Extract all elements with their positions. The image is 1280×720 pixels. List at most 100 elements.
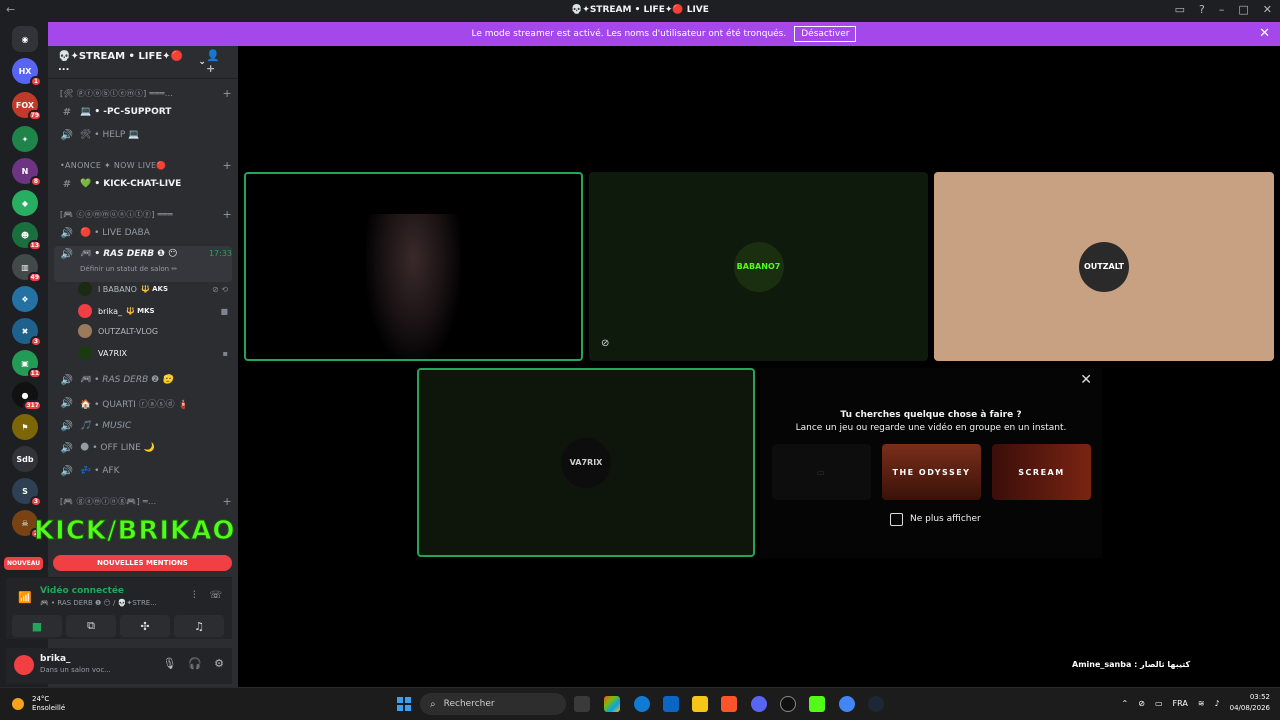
dont-show-checkbox[interactable] [890, 513, 903, 526]
category-anonce[interactable]: •ANONCE ✦ NOW LIVE🔴 + [54, 155, 232, 175]
channel-ras-derb-active[interactable]: 🔊 🎮 • RAS DERB ❶ 😶 17:33 Définir un stat… [54, 246, 232, 282]
add-channel-icon[interactable]: + [222, 495, 232, 508]
gear-icon[interactable]: ⚙ [214, 657, 224, 670]
language-indicator[interactable]: FRA [1173, 699, 1188, 708]
video-tile-webcam[interactable] [244, 172, 583, 361]
channel-afk[interactable]: 🔊 💤 • AFK [54, 461, 232, 481]
chrome-icon[interactable] [839, 696, 855, 712]
activity-icon: ▭ [816, 467, 827, 477]
server-icon[interactable]: N8 [12, 158, 42, 187]
video-tile-babano[interactable]: BABANO7 ⊘ [589, 172, 928, 361]
add-channel-icon[interactable]: + [222, 208, 232, 221]
activity-card-odyssey[interactable]: THE ODYSSEY [882, 444, 981, 500]
headphones-icon[interactable]: 🎧 [188, 657, 202, 670]
discord-icon[interactable] [751, 696, 767, 712]
server-icon[interactable]: ◆ [12, 190, 38, 216]
new-mentions-button[interactable]: NOUVELLES MENTIONS [53, 555, 232, 571]
store-icon[interactable] [663, 696, 679, 712]
brave-icon[interactable] [721, 696, 737, 712]
server-icon[interactable]: S3 [12, 478, 42, 507]
server-icon[interactable]: ● 317 [12, 382, 42, 411]
channel-live-daba[interactable]: 🔊 🔴 • LIVE DABA [54, 223, 232, 243]
voice-user[interactable]: brika_ 🔱 MKS ■ [78, 301, 228, 321]
channel-quarti[interactable]: 🔊 🏠 • QUARTI ⓡⓐⓢⓓ 🧯 [54, 393, 232, 413]
server-icon-sdb[interactable]: Sdb [12, 446, 38, 472]
disconnect-icon[interactable]: ☏ [209, 590, 222, 601]
channel-ras-derb-2[interactable]: 🔊 🎮 • RAS DERB ❷ 🫡 [54, 370, 232, 390]
server-icon[interactable]: ▥ 49 [12, 254, 42, 283]
kick-icon[interactable] [809, 696, 825, 712]
windows-start-icon[interactable] [397, 697, 411, 711]
steam-icon[interactable] [868, 696, 884, 712]
camera-button[interactable]: ■ [12, 615, 62, 637]
network-off-icon[interactable]: ⊘ [1138, 699, 1145, 708]
activities-button[interactable]: ✣ [120, 615, 170, 637]
inbox-icon[interactable]: ▭ [1175, 3, 1185, 16]
channel-pc-support[interactable]: # 💻 • -PC-SUPPORT [54, 102, 232, 122]
video-tile-va7rix[interactable]: VA7RIX [417, 368, 755, 557]
volume-icon[interactable]: ♪ [1215, 699, 1220, 708]
copilot-icon[interactable] [604, 696, 620, 712]
network-icon[interactable]: ▭ [1155, 699, 1163, 708]
kick-overlay-text: KICK/BRIKAO [33, 516, 236, 547]
maximize-icon[interactable]: □ [1238, 3, 1248, 16]
clock[interactable]: 03:52 04/08/2026 [1230, 692, 1270, 714]
banner-close-icon[interactable]: ✕ [1259, 26, 1270, 41]
activity-card-scream[interactable]: SCREAM [992, 444, 1091, 500]
category-problems[interactable]: [🛠 ⓟⓡⓞⓑⓛⓔⓜⓢ] ═══... + [54, 83, 232, 103]
category-gaming[interactable]: [🎮 ⓖⓐⓜⓘⓝⓖ🎮] ═... + [54, 491, 232, 511]
avatar[interactable] [14, 655, 34, 675]
signal-icon[interactable]: 📶 [18, 591, 32, 604]
username[interactable]: brika_ [40, 654, 71, 664]
server-icon[interactable]: ▣ 11 [12, 350, 42, 379]
server-header[interactable]: 💀✦STREAM • LIFE✦🔴 ... ⌄ 👤+ [48, 46, 238, 79]
disable-streamer-button[interactable]: Désactiver [794, 26, 857, 42]
system-tray: ⌃ ⊘ ▭ FRA ≋ ♪ 03:52 04/08/2026 [1122, 692, 1270, 714]
minimize-icon[interactable]: – [1219, 3, 1225, 16]
server-icon[interactable]: ☻ 13 [12, 222, 42, 251]
server-icon[interactable]: FOX 79 [12, 92, 42, 121]
user-tag: 🔱 AKS [140, 285, 169, 293]
taskbar-search[interactable]: ⌕ Rechercher [420, 693, 566, 715]
video-tile-outzalt[interactable]: OUTZALT [934, 172, 1274, 361]
close-window-icon[interactable]: ✕ [1263, 3, 1272, 16]
user-controls: 🎙 🎧 ⚙ [162, 657, 224, 670]
file-explorer-icon[interactable] [692, 696, 708, 712]
voice-user[interactable]: l BABANO 🔱 AKS ⊘ ⟲ [78, 279, 228, 299]
close-icon[interactable]: ✕ [1080, 372, 1092, 388]
channel-kick-chat[interactable]: # 💚 • KICK-CHAT-LIVE [54, 174, 232, 194]
add-channel-icon[interactable]: + [222, 159, 232, 172]
channel-label: 🌑 • OFF LINE 🌙 [80, 443, 155, 453]
help-icon[interactable]: ? [1199, 3, 1205, 16]
weather-widget[interactable]: 24°C Ensoleillé [12, 695, 65, 713]
discord-home-icon[interactable]: ◉ [12, 26, 38, 52]
activity-card-empty[interactable]: ▭ [772, 444, 871, 500]
camera-icon: ■ [31, 619, 43, 633]
speaker-icon: 🔊 [60, 374, 74, 386]
microphone-icon[interactable]: 🎙 [162, 657, 176, 670]
noise-suppression-icon[interactable]: ⫶ [193, 590, 196, 601]
soundboard-button[interactable]: ♫ [174, 615, 224, 637]
task-view-icon[interactable] [574, 696, 590, 712]
channel-music[interactable]: 🔊 🎵 • MUSIC [54, 416, 232, 436]
screen-share-button[interactable]: ⧉ [66, 615, 116, 637]
invite-icon[interactable]: 👤+ [206, 49, 228, 75]
chevron-up-icon[interactable]: ⌃ [1122, 699, 1129, 708]
avatar [78, 346, 92, 360]
wifi-icon[interactable]: ≋ [1198, 699, 1205, 708]
channel-help[interactable]: 🔊 🛠 • HELP 💻 [54, 125, 232, 145]
add-channel-icon[interactable]: + [222, 87, 232, 100]
server-icon[interactable]: HX 1 [12, 58, 42, 87]
channel-offline[interactable]: 🔊 🌑 • OFF LINE 🌙 [54, 438, 232, 458]
obs-icon[interactable] [780, 696, 796, 712]
voice-user[interactable]: OUTZALT-VLOG [78, 321, 228, 341]
edge-icon[interactable] [634, 696, 650, 712]
voice-user[interactable]: VA7RIX ▪ [78, 343, 228, 363]
server-icon[interactable]: ⚑ [12, 414, 38, 440]
server-icon[interactable]: ✖ 3 [12, 318, 42, 347]
category-community[interactable]: [🎮 ⓒⓞⓜⓜⓤⓝⓘⓣⓨ] ═══ + [54, 204, 232, 224]
server-icon[interactable]: ✦ [12, 126, 38, 152]
set-channel-status[interactable]: Définir un statut de salon ✏ [80, 265, 177, 273]
voice-status-title[interactable]: Vidéo connectée [40, 586, 124, 596]
server-icon[interactable]: ❖ [12, 286, 38, 312]
